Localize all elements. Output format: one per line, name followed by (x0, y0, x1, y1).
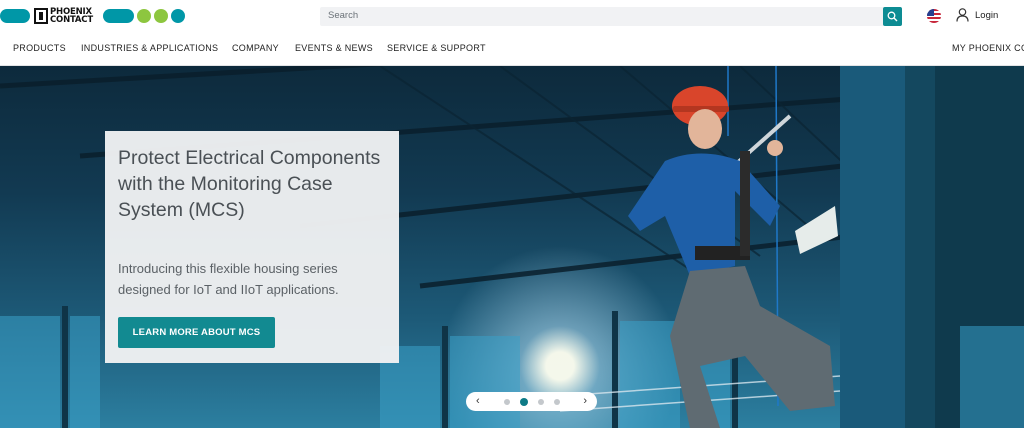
logo-text-contact: CONTACT (50, 15, 93, 25)
nav-item-company[interactable]: COMPANY (232, 43, 279, 53)
carousel-dot-3[interactable] (537, 398, 544, 405)
hero-subtitle: Introducing this flexible housing series… (118, 261, 339, 297)
logo-dot-teal (170, 9, 185, 23)
logo-dot-green-2 (153, 9, 168, 23)
hero-content-card: Protect Electrical Components with the M… (105, 131, 399, 363)
carousel-prev-button[interactable]: ‹ (476, 396, 480, 407)
carousel-dot-1[interactable] (503, 398, 510, 405)
logo-wordmark: PHOENIX CONTACT (34, 7, 93, 25)
login-label: Login (975, 9, 999, 21)
nav-item-events-news[interactable]: EVENTS & NEWS (295, 43, 373, 53)
learn-more-mcs-button[interactable]: LEARN MORE ABOUT MCS (118, 317, 275, 348)
logo-dot-green (136, 9, 151, 23)
logo-square-icon (34, 8, 48, 24)
search-input[interactable]: Search (328, 10, 358, 21)
nav-item-my-phoenix-contact[interactable]: MY PHOENIX CO (952, 43, 1024, 53)
logo-pill-teal (0, 9, 30, 23)
login-link[interactable]: Login (956, 8, 998, 22)
nav-item-service-support[interactable]: SERVICE & SUPPORT (387, 43, 486, 53)
hero-banner: Protect Electrical Components with the M… (0, 66, 1024, 428)
carousel-dot-2-active[interactable] (519, 397, 528, 406)
search-button[interactable] (883, 7, 902, 26)
mcs-device (795, 206, 838, 254)
carousel-next-button[interactable]: › (583, 396, 587, 407)
carousel-dots (503, 397, 560, 406)
top-bar: PHOENIX CONTACT Search Login (0, 0, 1024, 33)
search-bar[interactable]: Search (320, 7, 902, 26)
logo-pill-teal-2 (102, 9, 134, 23)
main-navigation: PRODUCTS INDUSTRIES & APPLICATIONS COMPA… (0, 33, 1024, 66)
user-icon (956, 8, 969, 22)
carousel-controls: ‹ › (466, 392, 597, 411)
nav-item-products[interactable]: PRODUCTS (13, 43, 66, 53)
us-flag-icon[interactable] (927, 9, 941, 23)
carousel-dot-4[interactable] (553, 398, 560, 405)
nav-item-industries-applications[interactable]: INDUSTRIES & APPLICATIONS (81, 43, 218, 53)
hero-title: Protect Electrical Components with the M… (118, 147, 381, 221)
phoenix-contact-logo[interactable]: PHOENIX CONTACT (0, 7, 185, 25)
search-icon (887, 11, 898, 22)
